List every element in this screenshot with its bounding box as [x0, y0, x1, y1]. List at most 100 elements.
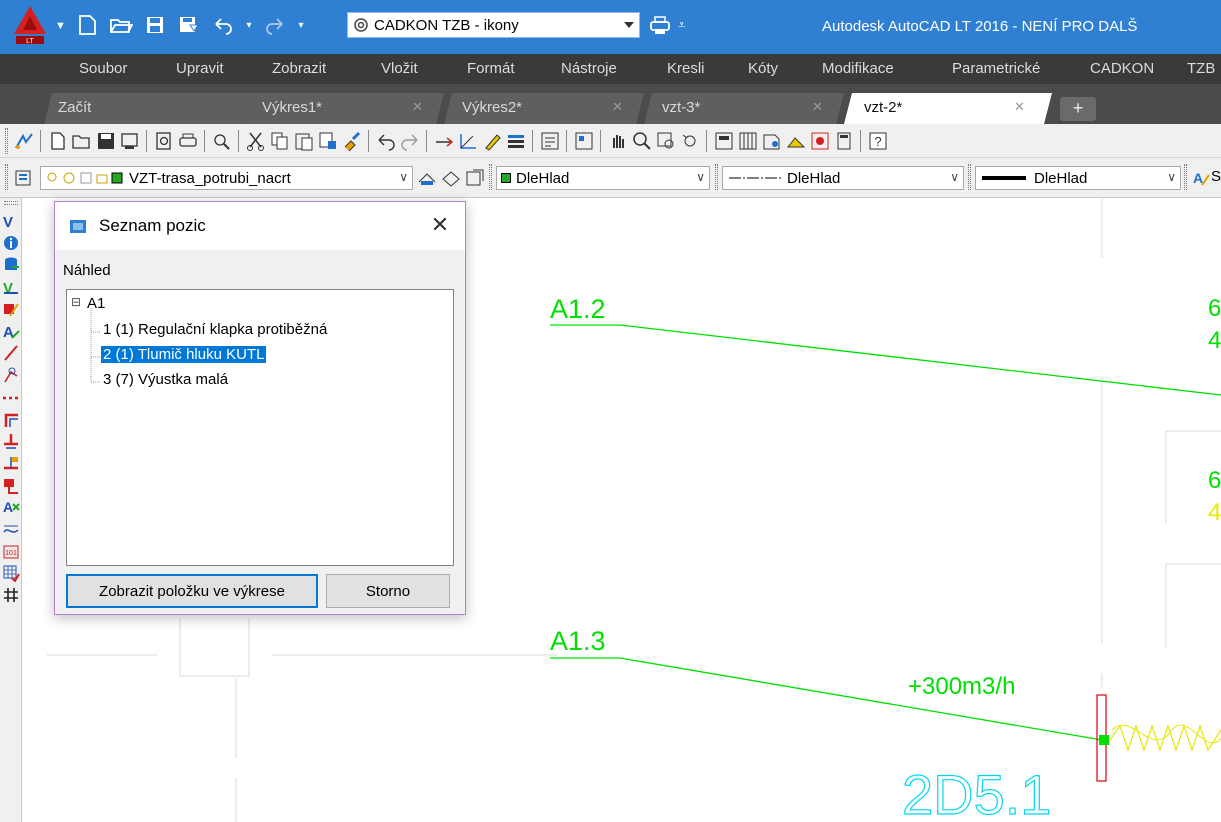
- help-icon[interactable]: ?: [867, 130, 889, 152]
- redo-dropdown-icon[interactable]: ▾: [294, 11, 308, 39]
- tree-item-2-selected[interactable]: 2 (1) Tlumič hluku KUTL: [101, 346, 267, 363]
- customize-qat-icon[interactable]: ⩡: [678, 12, 696, 38]
- tree-expander-icon[interactable]: ⊟: [71, 295, 81, 309]
- menu-tzb[interactable]: TZB: [1187, 60, 1215, 77]
- pencil-icon[interactable]: [481, 130, 503, 152]
- tab-vykres1[interactable]: Výkres1* ✕: [244, 93, 444, 124]
- database-icon[interactable]: [2, 256, 20, 274]
- menu-upravit[interactable]: Upravit: [176, 60, 224, 77]
- close-icon[interactable]: ✕: [812, 99, 823, 115]
- new-file-icon[interactable]: [47, 130, 69, 152]
- cancel-button[interactable]: Storno: [326, 574, 450, 608]
- dialog-title-bar[interactable]: Seznam pozic ✕: [55, 202, 465, 250]
- markup-icon[interactable]: [761, 130, 783, 152]
- open-folder-icon[interactable]: [71, 130, 93, 152]
- properties-icon[interactable]: [539, 130, 561, 152]
- quickcalc-icon[interactable]: [785, 130, 807, 152]
- workspace-selector[interactable]: CADKON TZB - ikony: [347, 12, 640, 38]
- check-v-icon[interactable]: V: [2, 278, 20, 296]
- undo-icon[interactable]: [208, 11, 238, 39]
- lineweight-dropdown[interactable]: DleHlad ∨: [975, 166, 1181, 190]
- vzt-tool-icon[interactable]: V: [2, 212, 20, 230]
- design-center-icon[interactable]: [573, 130, 595, 152]
- zoom-icon[interactable]: [631, 130, 653, 152]
- app-menu-arrow-icon[interactable]: ▼: [55, 20, 66, 32]
- grid-hash-icon[interactable]: [2, 586, 20, 604]
- insert-a-icon[interactable]: A: [2, 498, 20, 516]
- pipe-tee-icon[interactable]: [2, 432, 20, 450]
- layer-states-icon[interactable]: [464, 167, 486, 189]
- undo-dropdown-icon[interactable]: ▾: [242, 11, 256, 39]
- menu-zobrazit[interactable]: Zobrazit: [272, 60, 326, 77]
- line-tool-icon[interactable]: [2, 344, 20, 362]
- save-template-icon[interactable]: [119, 130, 141, 152]
- leader-tool-icon[interactable]: [2, 366, 20, 384]
- external-references-icon[interactable]: [809, 130, 831, 152]
- tree-item-3[interactable]: 3 (7) Výustka malá: [103, 371, 228, 388]
- menu-kresli[interactable]: Kresli: [667, 60, 705, 77]
- toolbar-grip[interactable]: [715, 164, 718, 190]
- measure-icon[interactable]: [433, 130, 455, 152]
- close-icon[interactable]: ✕: [1014, 99, 1025, 115]
- redo-icon[interactable]: [399, 130, 421, 152]
- layer-previous-icon[interactable]: [440, 167, 462, 189]
- menu-modifikace[interactable]: Modifikace: [822, 60, 894, 77]
- menu-soubor[interactable]: Soubor: [79, 60, 127, 77]
- new-tab-button[interactable]: +: [1060, 97, 1096, 121]
- tree-root-a1[interactable]: A1: [87, 295, 105, 312]
- toolbar-grip[interactable]: [1184, 164, 1187, 190]
- slope-tool-icon[interactable]: [2, 520, 20, 538]
- autocad-logo-icon[interactable]: LT: [6, 4, 54, 46]
- print-preview-icon[interactable]: [153, 130, 175, 152]
- plot-icon[interactable]: [645, 12, 675, 38]
- make-current-layer-icon[interactable]: [416, 167, 438, 189]
- paste-icon[interactable]: [293, 130, 315, 152]
- toolbar-grip[interactable]: [968, 164, 971, 190]
- info-icon[interactable]: [2, 234, 20, 252]
- open-folder-icon[interactable]: [106, 11, 136, 39]
- close-icon[interactable]: ✕: [425, 212, 455, 240]
- layer-toolbar-icon[interactable]: [505, 130, 527, 152]
- close-icon[interactable]: ✕: [612, 99, 623, 115]
- room-label-icon[interactable]: 101: [2, 542, 20, 560]
- style-dropdown-truncated[interactable]: S: [1211, 168, 1221, 185]
- show-in-drawing-button[interactable]: Zobrazit položku ve výkrese: [66, 574, 318, 608]
- tab-vykres2[interactable]: Výkres2* ✕: [444, 93, 644, 124]
- layer-dropdown[interactable]: VZT-trasa_potrubi_nacrt ∨: [40, 166, 413, 190]
- tool-palettes-icon[interactable]: [737, 130, 759, 152]
- match-properties-icon[interactable]: [317, 130, 339, 152]
- duct-fitting-icon[interactable]: [2, 476, 20, 494]
- pipe-reducer-icon[interactable]: [2, 454, 20, 472]
- copy-icon[interactable]: [269, 130, 291, 152]
- dashed-line-icon[interactable]: [2, 388, 20, 406]
- redo-icon[interactable]: [260, 11, 290, 39]
- sheet-set-icon[interactable]: [713, 130, 735, 152]
- pan-icon[interactable]: [607, 130, 629, 152]
- layer-properties-icon[interactable]: [13, 167, 35, 189]
- tree-item-1[interactable]: 1 (1) Regulační klapka protiběžná: [103, 321, 327, 338]
- toolbar-grip[interactable]: [5, 164, 8, 190]
- menu-vlozit[interactable]: Vložit: [381, 60, 418, 77]
- tab-zacit[interactable]: Začít: [44, 93, 252, 124]
- cut-icon[interactable]: [245, 130, 267, 152]
- menu-koty[interactable]: Kóty: [748, 60, 778, 77]
- damper-tool-icon[interactable]: [2, 300, 20, 318]
- annotation-a-icon[interactable]: A: [2, 322, 20, 340]
- undo-icon[interactable]: [375, 130, 397, 152]
- linetype-dropdown[interactable]: DleHlad ∨: [722, 166, 964, 190]
- save-icon[interactable]: [95, 130, 117, 152]
- save-icon[interactable]: [140, 11, 170, 39]
- tab-vzt-3[interactable]: vzt-3* ✕: [644, 93, 844, 124]
- toolbar-grip[interactable]: [489, 164, 492, 190]
- color-dropdown[interactable]: DleHlad ∨: [496, 166, 710, 190]
- spell-check-icon[interactable]: [211, 130, 233, 152]
- zoom-previous-icon[interactable]: [679, 130, 701, 152]
- table-check-icon[interactable]: [2, 564, 20, 582]
- cadkon-icon[interactable]: [13, 130, 35, 152]
- menu-format[interactable]: Formát: [467, 60, 515, 77]
- pipe-bend-icon[interactable]: [2, 410, 20, 428]
- new-file-icon[interactable]: [72, 11, 102, 39]
- toolbar-grip[interactable]: [5, 128, 8, 154]
- position-tree[interactable]: ⊟ A1 1 (1) Regulační klapka protiběžná 2…: [66, 289, 454, 566]
- menu-nastroje[interactable]: Nástroje: [561, 60, 617, 77]
